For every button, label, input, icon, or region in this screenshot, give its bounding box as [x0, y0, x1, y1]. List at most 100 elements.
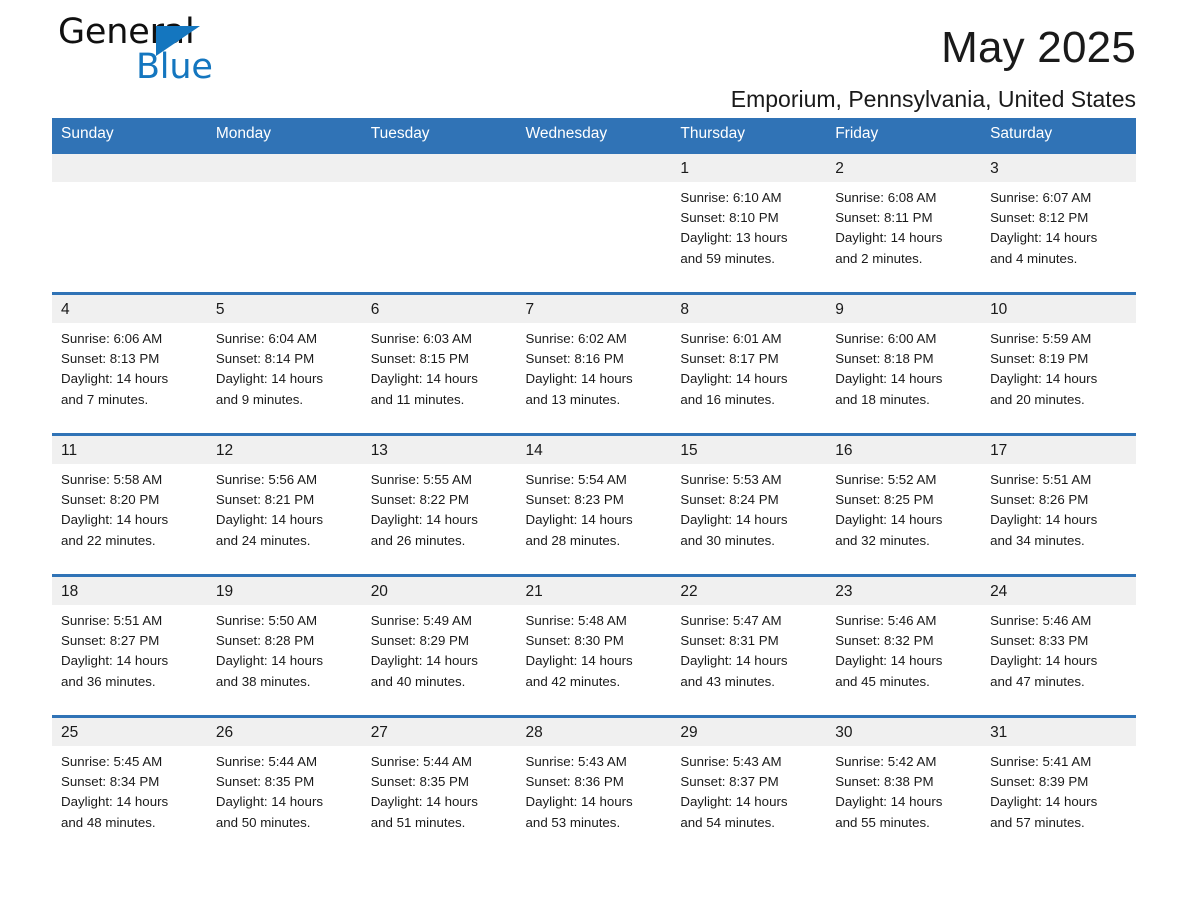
date-number[interactable]: 6: [362, 294, 517, 324]
day-cell[interactable]: Sunrise: 6:04 AM Sunset: 8:14 PM Dayligh…: [207, 323, 362, 435]
day-cell[interactable]: Sunrise: 5:47 AM Sunset: 8:31 PM Dayligh…: [671, 605, 826, 717]
day-cell[interactable]: Sunrise: 6:07 AM Sunset: 8:12 PM Dayligh…: [981, 182, 1136, 294]
weekday-header-sunday: Sunday: [52, 118, 207, 153]
day-cell[interactable]: Sunrise: 5:53 AM Sunset: 8:24 PM Dayligh…: [671, 464, 826, 576]
date-number[interactable]: 29: [671, 717, 826, 747]
day-cell[interactable]: Sunrise: 5:44 AM Sunset: 8:35 PM Dayligh…: [207, 746, 362, 856]
sunset-text: Sunset: 8:25 PM: [835, 492, 934, 508]
date-number[interactable]: 18: [52, 576, 207, 606]
day-cell[interactable]: [52, 182, 207, 294]
day-cell[interactable]: Sunrise: 5:50 AM Sunset: 8:28 PM Dayligh…: [207, 605, 362, 717]
date-number[interactable]: 8: [671, 294, 826, 324]
sunset-text: Sunset: 8:35 PM: [370, 774, 469, 790]
date-number[interactable]: 30: [826, 717, 981, 747]
day-cell[interactable]: [517, 182, 672, 294]
day-cell[interactable]: Sunrise: 5:44 AM Sunset: 8:35 PM Dayligh…: [362, 746, 517, 856]
date-number[interactable]: 31: [981, 717, 1136, 747]
daylight-text-line2: and 38 minutes.: [215, 673, 311, 689]
day-cell[interactable]: Sunrise: 5:58 AM Sunset: 8:20 PM Dayligh…: [52, 464, 207, 576]
day-cell[interactable]: Sunrise: 5:54 AM Sunset: 8:23 PM Dayligh…: [517, 464, 672, 576]
daylight-text-line2: and 57 minutes.: [990, 814, 1085, 830]
day-cell[interactable]: Sunrise: 5:48 AM Sunset: 8:30 PM Dayligh…: [517, 605, 672, 717]
date-number[interactable]: 27: [362, 717, 517, 747]
date-number[interactable]: 11: [52, 435, 207, 465]
date-number[interactable]: 14: [517, 435, 672, 465]
day-cell[interactable]: Sunrise: 6:08 AM Sunset: 8:11 PM Dayligh…: [826, 182, 981, 294]
date-number[interactable]: 3: [981, 153, 1136, 183]
date-number[interactable]: [362, 153, 517, 183]
day-cell[interactable]: Sunrise: 5:55 AM Sunset: 8:22 PM Dayligh…: [362, 464, 517, 576]
date-number[interactable]: 26: [207, 717, 362, 747]
date-number[interactable]: [517, 153, 672, 183]
day-cell[interactable]: Sunrise: 5:52 AM Sunset: 8:25 PM Dayligh…: [826, 464, 981, 576]
day-cell[interactable]: Sunrise: 5:43 AM Sunset: 8:36 PM Dayligh…: [517, 746, 672, 856]
day-cell[interactable]: Sunrise: 5:51 AM Sunset: 8:26 PM Dayligh…: [981, 464, 1136, 576]
sunset-text: Sunset: 8:20 PM: [61, 492, 160, 508]
date-number[interactable]: 16: [826, 435, 981, 465]
day-cell[interactable]: Sunrise: 6:03 AM Sunset: 8:15 PM Dayligh…: [362, 323, 517, 435]
location-subtitle: Emporium, Pennsylvania, United States: [730, 86, 1136, 112]
date-number[interactable]: 10: [981, 294, 1136, 324]
day-cell[interactable]: Sunrise: 6:10 AM Sunset: 8:10 PM Dayligh…: [671, 182, 826, 294]
date-number[interactable]: 21: [517, 576, 672, 606]
day-cell[interactable]: Sunrise: 6:06 AM Sunset: 8:13 PM Dayligh…: [52, 323, 207, 435]
day-cell[interactable]: [362, 182, 517, 294]
sunrise-text: Sunrise: 5:56 AM: [215, 472, 318, 487]
date-number[interactable]: 12: [207, 435, 362, 465]
daylight-text-line1: Daylight: 14 hours: [215, 512, 324, 528]
day-cell[interactable]: Sunrise: 5:41 AM Sunset: 8:39 PM Dayligh…: [981, 746, 1136, 856]
date-number[interactable]: 13: [362, 435, 517, 465]
day-cell[interactable]: Sunrise: 5:59 AM Sunset: 8:19 PM Dayligh…: [981, 323, 1136, 435]
date-number[interactable]: 23: [826, 576, 981, 606]
weekday-header-monday: Monday: [206, 118, 362, 153]
sunrise-text: Sunrise: 5:49 AM: [370, 613, 472, 628]
sunrise-text: Sunrise: 5:58 AM: [61, 472, 163, 487]
daylight-text-line2: and 4 minutes.: [990, 250, 1078, 266]
general-blue-logo[interactable]: General Blue: [58, 12, 318, 98]
date-number[interactable]: 2: [826, 153, 981, 183]
day-cell[interactable]: Sunrise: 5:46 AM Sunset: 8:33 PM Dayligh…: [981, 605, 1136, 717]
sunrise-text: Sunrise: 6:07 AM: [990, 190, 1092, 205]
day-cell[interactable]: Sunrise: 6:01 AM Sunset: 8:17 PM Dayligh…: [671, 323, 826, 435]
date-number[interactable]: 7: [517, 294, 672, 324]
date-number[interactable]: 17: [981, 435, 1136, 465]
date-number[interactable]: 22: [671, 576, 826, 606]
date-number[interactable]: 5: [207, 294, 362, 324]
date-number[interactable]: [52, 153, 207, 183]
sunrise-text: Sunrise: 6:01 AM: [680, 331, 782, 346]
sunset-text: Sunset: 8:34 PM: [61, 774, 160, 790]
day-cell[interactable]: [207, 182, 362, 294]
date-number[interactable]: 1: [671, 153, 826, 183]
sunrise-text: Sunrise: 5:54 AM: [525, 472, 627, 487]
sunrise-text: Sunrise: 5:59 AM: [990, 331, 1092, 346]
date-number[interactable]: 19: [207, 576, 362, 606]
date-number[interactable]: [207, 153, 362, 183]
date-number[interactable]: 28: [517, 717, 672, 747]
day-cell[interactable]: Sunrise: 5:43 AM Sunset: 8:37 PM Dayligh…: [671, 746, 826, 856]
sunrise-text: Sunrise: 5:47 AM: [680, 613, 782, 628]
logo-text-blue: Blue: [136, 47, 213, 87]
daylight-text-line1: Daylight: 14 hours: [370, 371, 478, 387]
sunset-text: Sunset: 8:35 PM: [215, 774, 315, 790]
day-cell[interactable]: Sunrise: 5:56 AM Sunset: 8:21 PM Dayligh…: [207, 464, 362, 576]
date-number[interactable]: 15: [671, 435, 826, 465]
daylight-text-line2: and 34 minutes.: [990, 532, 1085, 548]
date-number[interactable]: 9: [826, 294, 981, 324]
day-cell[interactable]: Sunrise: 5:42 AM Sunset: 8:38 PM Dayligh…: [826, 746, 981, 856]
date-number[interactable]: 25: [52, 717, 207, 747]
day-cell[interactable]: Sunrise: 5:51 AM Sunset: 8:27 PM Dayligh…: [52, 605, 207, 717]
date-number[interactable]: 24: [981, 576, 1136, 606]
daylight-text-line1: Daylight: 14 hours: [990, 230, 1098, 246]
sunrise-text: Sunrise: 6:06 AM: [61, 331, 163, 346]
day-cell[interactable]: Sunrise: 5:46 AM Sunset: 8:32 PM Dayligh…: [826, 605, 981, 717]
day-cell[interactable]: Sunrise: 6:00 AM Sunset: 8:18 PM Dayligh…: [826, 323, 981, 435]
sunrise-text: Sunrise: 5:48 AM: [525, 613, 627, 628]
sunset-text: Sunset: 8:30 PM: [525, 633, 624, 649]
day-cell[interactable]: Sunrise: 5:45 AM Sunset: 8:34 PM Dayligh…: [52, 746, 207, 856]
sunset-text: Sunset: 8:36 PM: [525, 774, 624, 790]
day-cell[interactable]: Sunrise: 5:49 AM Sunset: 8:29 PM Dayligh…: [362, 605, 517, 717]
day-cell[interactable]: Sunrise: 6:02 AM Sunset: 8:16 PM Dayligh…: [517, 323, 672, 435]
date-number[interactable]: 4: [52, 294, 207, 324]
date-number[interactable]: 20: [362, 576, 517, 606]
daylight-text-line1: Daylight: 14 hours: [990, 794, 1098, 810]
